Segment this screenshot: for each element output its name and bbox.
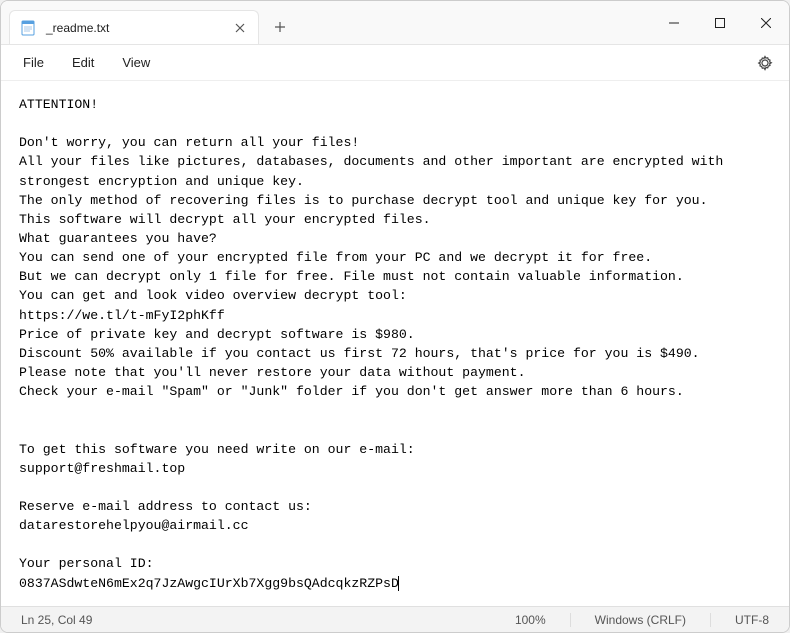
new-tab-button[interactable] [265, 12, 295, 42]
maximize-button[interactable] [697, 1, 743, 45]
menubar: File Edit View [1, 45, 789, 81]
titlebar: _readme.txt [1, 1, 789, 45]
text-cursor [398, 576, 399, 591]
tab-close-button[interactable] [232, 20, 248, 36]
minimize-button[interactable] [651, 1, 697, 45]
tab-readme[interactable]: _readme.txt [9, 10, 259, 44]
status-zoom[interactable]: 100% [509, 613, 552, 627]
settings-button[interactable] [749, 49, 781, 77]
menu-file[interactable]: File [9, 50, 58, 75]
text-content[interactable]: ATTENTION! Don't worry, you can return a… [1, 81, 789, 606]
statusbar: Ln 25, Col 49 100% Windows (CRLF) UTF-8 [1, 606, 789, 632]
notepad-window: _readme.txt File Edit View [0, 0, 790, 633]
close-button[interactable] [743, 1, 789, 45]
status-position: Ln 25, Col 49 [15, 613, 98, 627]
gear-icon [757, 55, 773, 71]
menu-view[interactable]: View [108, 50, 164, 75]
tab-title: _readme.txt [46, 21, 222, 35]
status-encoding: UTF-8 [729, 613, 775, 627]
menu-edit[interactable]: Edit [58, 50, 108, 75]
status-line-ending: Windows (CRLF) [589, 613, 692, 627]
tab-area: _readme.txt [1, 1, 651, 44]
window-controls [651, 1, 789, 44]
notepad-icon [20, 20, 36, 36]
